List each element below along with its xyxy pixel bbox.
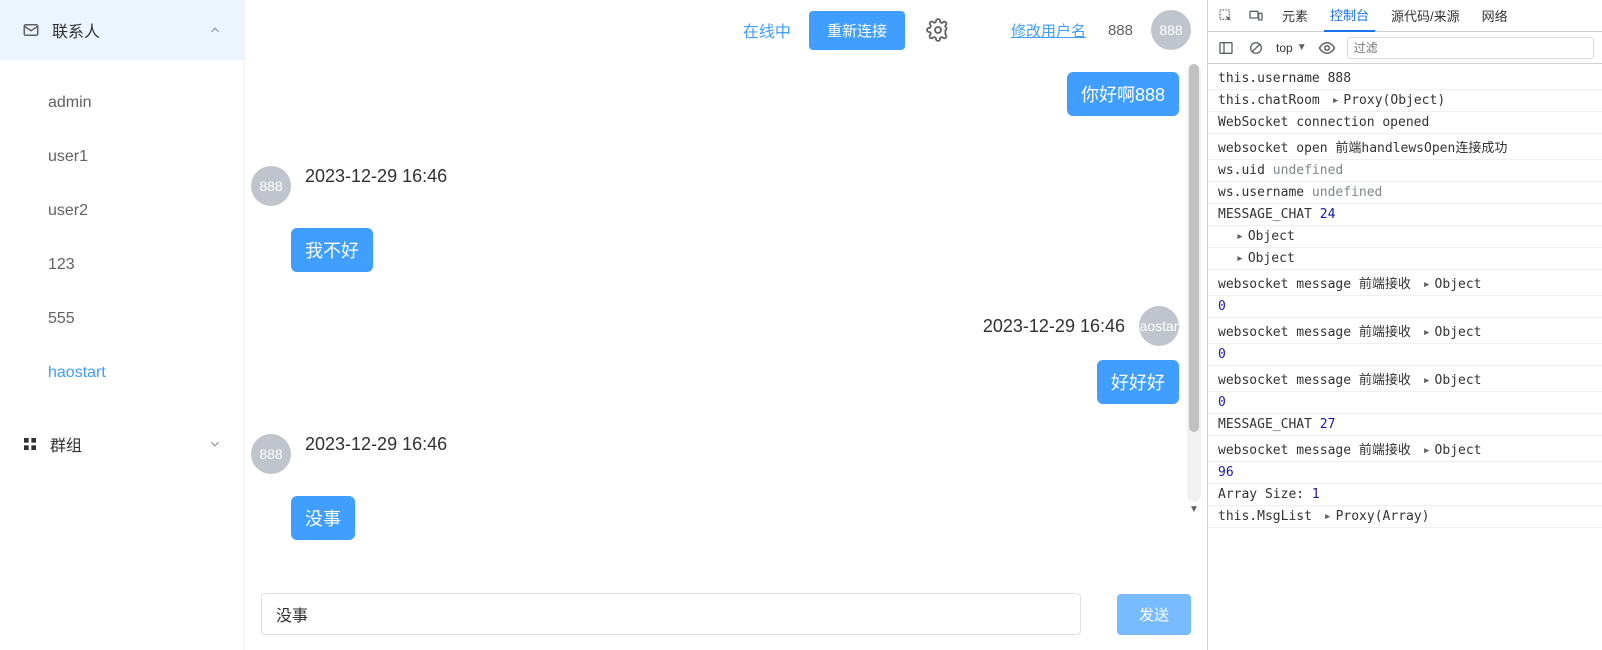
message-time: 2023-12-29 16:46 [305,434,447,455]
console-log-row[interactable]: this.chatRoom ▸Proxy(Object) [1208,90,1602,112]
settings-button[interactable] [923,15,953,45]
contact-item[interactable]: 555 [0,292,244,346]
sidebar-toggle-icon[interactable] [1216,38,1236,58]
message-row: 888 2023-12-29 16:46 [251,434,1179,474]
avatar: 888 [251,166,291,206]
devtools-toolbar: top ▼ [1208,32,1602,64]
send-button[interactable]: 发送 [1117,594,1191,635]
contact-item[interactable]: 123 [0,238,244,292]
message-input[interactable] [261,593,1081,635]
gear-icon [926,18,950,42]
context-selector[interactable]: top ▼ [1276,41,1307,55]
message-bubble-row: 没事 [251,482,1179,540]
chevron-down-icon [208,437,222,451]
console-output[interactable]: this.username 888this.chatRoom ▸Proxy(Ob… [1208,64,1602,650]
scrollbar[interactable]: ▲ ▼ [1187,64,1201,502]
contact-item[interactable]: admin [0,76,244,130]
console-log-row[interactable]: websocket open 前端handlewsOpen连接成功 [1208,134,1602,160]
clear-console-icon[interactable] [1246,38,1266,58]
message-time: 2023-12-29 16:46 [305,166,447,187]
console-log-row[interactable]: websocket message 前端接收 ▸Object [1208,436,1602,462]
chevron-up-icon [208,23,222,37]
message-bubble: 你好啊888 [1067,72,1179,116]
mail-icon [22,21,40,39]
compose-bar: 发送 [245,578,1207,650]
message-row: 你好啊888 [251,72,1179,116]
console-log-row[interactable]: 0 [1208,296,1602,318]
console-log-row[interactable]: ws.uid undefined [1208,160,1602,182]
avatar: aostar [1139,306,1179,346]
message-row: aostar 2023-12-29 16:46 好好好 [251,306,1179,404]
console-log-row[interactable]: Array Size: 1 [1208,484,1602,506]
scroll-down-arrow[interactable]: ▼ [1187,502,1201,516]
console-filter-input[interactable] [1347,37,1594,59]
sidebar-contacts-header[interactable]: 联系人 [0,0,244,60]
chat-scroll: 你好啊888 888 2023-12-29 16:46 我不好 aostar [245,60,1179,578]
console-log-row[interactable]: MESSAGE_CHAT 24 [1208,204,1602,226]
message-bubble-row: 我不好 [251,214,1179,272]
groups-label: 群组 [50,432,82,456]
console-log-row[interactable]: 0 [1208,392,1602,414]
devtools-panel: 元素 控制台 源代码/来源 网络 top ▼ this.username 888… [1207,0,1602,650]
topbar: 在线中 重新连接 修改用户名 888 888 [245,0,1207,60]
console-log-row[interactable]: websocket message 前端接收 ▸Object [1208,318,1602,344]
console-log-row[interactable]: websocket message 前端接收 ▸Object [1208,366,1602,392]
avatar[interactable]: 888 [1151,10,1191,50]
message-bubble: 我不好 [291,228,373,272]
contact-item[interactable]: haostart [0,346,244,400]
console-log-row[interactable]: MESSAGE_CHAT 27 [1208,414,1602,436]
tab-sources[interactable]: 源代码/来源 [1385,0,1466,31]
console-log-row[interactable]: 0 [1208,344,1602,366]
scrollbar-thumb[interactable] [1189,64,1199,432]
tab-network[interactable]: 网络 [1476,0,1514,31]
message-time: 2023-12-29 16:46 [983,316,1125,337]
sidebar: 联系人 admin user1 user2 123 555 haostart [0,0,245,650]
online-status: 在线中 [743,18,791,42]
console-log-row[interactable]: 96 [1208,462,1602,484]
contact-item[interactable]: user1 [0,130,244,184]
chat-area: 你好啊888 888 2023-12-29 16:46 我不好 aostar [245,60,1207,578]
eye-icon[interactable] [1317,38,1337,58]
tab-elements[interactable]: 元素 [1276,0,1314,31]
avatar: 888 [251,434,291,474]
device-icon[interactable] [1246,6,1266,26]
console-log-row[interactable]: this.MsgList ▸Proxy(Array) [1208,506,1602,528]
tab-console[interactable]: 控制台 [1324,0,1375,32]
message-bubble: 没事 [291,496,355,540]
sidebar-groups-header[interactable]: 群组 [0,416,244,472]
console-log-row[interactable]: WebSocket connection opened [1208,112,1602,134]
message-bubble: 好好好 [1097,360,1179,404]
devtools-tabbar: 元素 控制台 源代码/来源 网络 [1208,0,1602,32]
console-log-row[interactable]: ws.username undefined [1208,182,1602,204]
console-log-row[interactable]: ▸Object [1208,248,1602,270]
console-log-row[interactable]: this.username 888 [1208,68,1602,90]
console-log-row[interactable]: websocket message 前端接收 ▸Object [1208,270,1602,296]
contact-list: admin user1 user2 123 555 haostart [0,60,244,416]
grid-icon [22,436,38,452]
inspect-icon[interactable] [1216,6,1236,26]
main-area: 在线中 重新连接 修改用户名 888 888 你好啊888 [245,0,1207,650]
modify-username-link[interactable]: 修改用户名 [1011,20,1086,41]
username-label: 888 [1108,22,1133,39]
console-log-row[interactable]: ▸Object [1208,226,1602,248]
message-row: 888 2023-12-29 16:46 [251,166,1179,206]
contacts-label: 联系人 [52,18,100,42]
reconnect-button[interactable]: 重新连接 [809,11,905,50]
contact-item[interactable]: user2 [0,184,244,238]
